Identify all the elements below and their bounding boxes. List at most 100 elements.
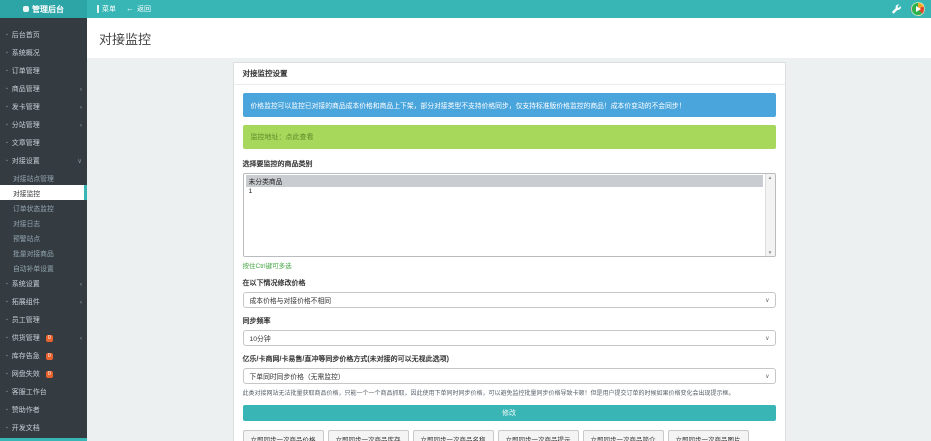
sidebar-item-label: 批量对接商品	[13, 248, 54, 258]
sidebar-item-netdisk-invalid[interactable]: ▪网盘失效0	[0, 365, 87, 383]
panel-body: 价格监控可以监控已对接的商品成本价格和商品上下架，部分对接类型不支持价格同步，仅…	[234, 85, 785, 441]
sidebar-item-label: 自动补单设置	[13, 263, 54, 273]
sidebar-item-stock-alert[interactable]: ▪ 库存告急 0	[0, 347, 87, 365]
sidebar-item-label: 系统概况	[12, 48, 40, 58]
menu-toggle-label: 菜单	[102, 4, 116, 14]
sync-price-button[interactable]: 立即同步一次商品价格	[243, 430, 324, 441]
stock-icon: ▪	[6, 353, 8, 359]
card-icon: ▪	[6, 104, 8, 110]
sidebar-item-docking-monitor[interactable]: 对接监控	[0, 185, 87, 200]
count-badge: 0	[46, 371, 53, 378]
count-badge: 0	[46, 353, 53, 360]
sync-actions: 立即同步一次商品价格 立即同步一次商品库存 立即同步一次商品名称 立即同步一次商…	[243, 430, 776, 441]
sync-name-button[interactable]: 立即同步一次商品名称	[413, 430, 494, 441]
sidebar-item-label: 对接站点管理	[13, 173, 54, 183]
panel-title: 对接监控设置	[234, 63, 785, 85]
user-icon: ▪	[6, 317, 8, 323]
sidebar-item-sponsor[interactable]: ▪ 赞助作者	[0, 401, 87, 419]
article-icon: ▪	[6, 140, 8, 146]
category-option[interactable]: 1	[246, 187, 763, 196]
play-icon	[916, 6, 921, 12]
sidebar-item-order-status-monitor[interactable]: 订单状态监控	[0, 200, 87, 215]
sidebar-item-overview[interactable]: ▪ 系统概况	[0, 44, 87, 62]
sidebar-item-dev-docs[interactable]: ▪开发文档	[0, 419, 87, 437]
info-alert: 价格监控可以监控已对接的商品成本价格和商品上下架，部分对接类型不支持价格同步，仅…	[243, 93, 776, 117]
sidebar-item-system-settings[interactable]: ▪系统设置‹	[0, 275, 87, 293]
sidebar-item-label: 后台首页	[12, 30, 40, 40]
scroll-down-icon[interactable]: ▼	[768, 250, 772, 255]
sidebar-item-docking-settings[interactable]: ▪对接设置∨	[0, 152, 87, 170]
sync-tip-button[interactable]: 立即同步一次商品提示	[498, 430, 579, 441]
sidebar-item-service-workbench[interactable]: ▪客服工作台	[0, 383, 87, 401]
category-option[interactable]: 未分类商品	[246, 175, 763, 187]
sidebar-item-label: 赞助作者	[12, 405, 40, 415]
sidebar-item-substation[interactable]: ▪分站管理‹	[0, 116, 87, 134]
sidebar-item-label: 发卡管理	[12, 102, 40, 112]
wrench-icon[interactable]	[891, 4, 902, 15]
sidebar-item-auto-reorder[interactable]: 自动补单设置	[0, 260, 87, 275]
sidebar-item-label: 商品管理	[12, 84, 40, 94]
chevron-down-icon: ∨	[765, 297, 769, 304]
sidebar-item-articles[interactable]: ▪ 文章管理	[0, 134, 87, 152]
sidebar-item-goods[interactable]: ▪商品管理‹	[0, 80, 87, 98]
content-header: 对接监控	[87, 18, 931, 58]
sidebar-item-docking-log[interactable]: 对接日志	[0, 215, 87, 230]
main-content: 对接监控 对接监控设置 价格监控可以监控已对接的商品成本价格和商品上下架，部分对…	[87, 18, 931, 441]
brand[interactable]: 管理后台	[0, 0, 87, 18]
heart-icon: ▪	[6, 407, 8, 413]
chevron-left-icon: ‹	[80, 122, 82, 129]
sidebar-item-warning-sites[interactable]: 预警站点	[0, 230, 87, 245]
goods-icon: ▪	[6, 86, 8, 92]
sidebar-item-label: 系统设置	[12, 279, 40, 289]
frequency-select[interactable]: 10分钟 ∨	[243, 330, 776, 346]
chevron-down-icon: ∨	[765, 335, 769, 342]
topbar-right	[891, 2, 931, 16]
listbox-scrollbar[interactable]: ▲ ▼	[765, 174, 775, 256]
sync-stock-button[interactable]: 立即同步一次商品库存	[328, 430, 409, 441]
chevron-down-icon: ∨	[765, 373, 769, 380]
back-label: 返回	[137, 4, 151, 14]
sidebar-item-label: 对接设置	[12, 156, 40, 166]
sidebar-item-label: 员工管理	[12, 315, 40, 325]
content-body: 对接监控设置 价格监控可以监控已对接的商品成本价格和商品上下架，部分对接类型不支…	[87, 58, 931, 441]
sidebar-item-orders[interactable]: ▪订单管理	[0, 62, 87, 80]
sidebar-item-label: 开发文档	[12, 423, 40, 433]
frequency-label: 同步频率	[243, 316, 776, 326]
gear-icon: ▪	[6, 281, 8, 287]
sidebar-item-faka[interactable]: ▪发卡管理‹	[0, 98, 87, 116]
monitor-address-link[interactable]: 监控地址：点此查看	[243, 125, 776, 149]
sidebar-item-staff[interactable]: ▪ 员工管理	[0, 311, 87, 329]
condition-select-value: 成本价格与对接价格不相同	[250, 295, 332, 305]
category-multiselect[interactable]: 未分类商品 1 ▲ ▼	[243, 173, 776, 257]
home-icon: ▪	[6, 32, 8, 38]
condition-select[interactable]: 成本价格与对接价格不相同 ∨	[243, 292, 776, 308]
sidebar-item-label: 拓展组件	[12, 297, 40, 307]
orders-icon: ▪	[6, 68, 8, 74]
overview-icon: ▪	[6, 50, 8, 56]
sync-mode-select[interactable]: 下单同时同步价格（无需监控） ∨	[243, 368, 776, 384]
listbox-options: 未分类商品 1	[244, 174, 775, 197]
save-button[interactable]: 修改	[243, 405, 776, 421]
sync-mode-select-value: 下单同时同步价格（无需监控）	[250, 371, 345, 381]
sync-mode-label: 亿乐/卡商网/卡易售/直冲等同步价格方式(未对接的可以无视此选项)	[243, 354, 776, 364]
sidebar-item-home[interactable]: ▪ 后台首页	[0, 26, 87, 44]
docking-icon: ▪	[6, 158, 8, 164]
sidebar-item-extensions[interactable]: ▪拓展组件‹	[0, 293, 87, 311]
docking-monitor-panel: 对接监控设置 价格监控可以监控已对接的商品成本价格和商品上下架，部分对接类型不支…	[233, 62, 786, 441]
menu-toggle[interactable]: 菜单	[97, 4, 116, 14]
sidebar-item-label: 文章管理	[12, 138, 40, 148]
topbar: 管理后台 菜单 ← 返回	[0, 0, 931, 18]
chevron-left-icon: ‹	[80, 335, 82, 342]
plugin-icon: ▪	[6, 299, 8, 305]
sidebar-item-supply[interactable]: ▪供货管理0‹	[0, 329, 87, 347]
sidebar-item-docking-sites[interactable]: 对接站点管理	[0, 170, 87, 185]
back-button[interactable]: ← 返回	[126, 4, 151, 14]
sidebar-item-label: 订单状态监控	[13, 203, 54, 213]
service-icon: ▪	[6, 389, 8, 395]
sync-intro-button[interactable]: 立即同步一次商品简介	[583, 430, 664, 441]
user-avatar[interactable]	[911, 2, 925, 16]
sidebar-item-label: 库存告急	[12, 351, 40, 361]
sidebar-item-batch-docking[interactable]: 批量对接商品	[0, 245, 87, 260]
scroll-up-icon[interactable]: ▲	[768, 175, 772, 180]
sync-image-button[interactable]: 立即同步一次商品图片	[668, 430, 749, 441]
